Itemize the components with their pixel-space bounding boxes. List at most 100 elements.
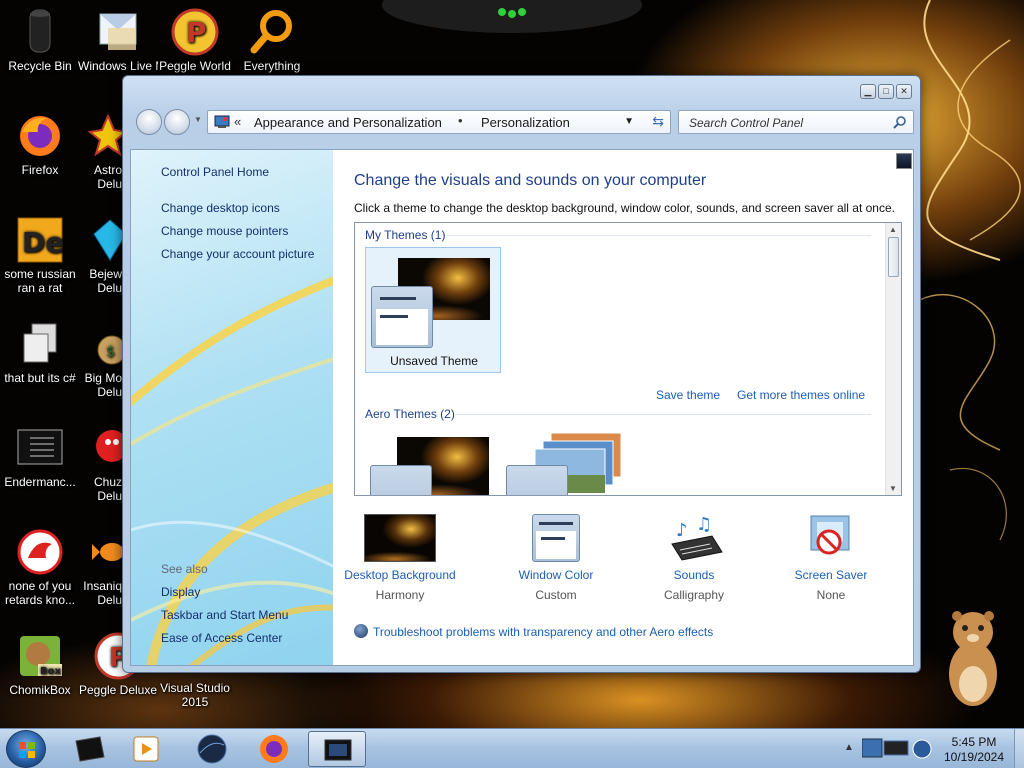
window-color-button[interactable]: Window Color Custom (491, 514, 621, 602)
theme-tile-aero-harmony[interactable] (365, 427, 501, 495)
forward-button[interactable] (164, 109, 190, 135)
taskbar-firefox[interactable] (248, 731, 300, 767)
desktop-icon-label: ChomikBox (9, 683, 71, 697)
sidebar-link-change-mouse-pointers[interactable]: Change mouse pointers (161, 224, 288, 238)
address-dropdown-icon[interactable]: ▼ (624, 116, 634, 127)
gem-icon (78, 216, 122, 264)
desktop-icon-none-of-you[interactable]: none of you retards kno... (0, 528, 80, 607)
desktop-icon-chuzzle[interactable]: Chuz Delu (78, 424, 122, 503)
desktop-icon-label: Everything (243, 59, 301, 73)
svg-text:De: De (22, 226, 64, 259)
sidebar-link-change-account-picture[interactable]: Change your account picture (161, 247, 314, 261)
screen-saver-label[interactable]: Screen Saver (766, 568, 896, 582)
desktop-icon-big-money[interactable]: $ Big Mo Delu (78, 320, 122, 399)
address-chevron[interactable]: « (234, 114, 241, 129)
desktop-icon-chomikbox[interactable]: Box ChomikBox (0, 632, 80, 697)
desktop-icon-firefox[interactable]: Firefox (0, 112, 80, 177)
maximize-button[interactable]: □ (878, 84, 894, 99)
personalization-window: ▁ □ ✕ ▼ « Appearance and Personalization… (122, 75, 921, 673)
desktop-icon-everything[interactable]: Everything (232, 8, 312, 73)
help-icon[interactable] (896, 153, 912, 169)
save-theme-link[interactable]: Save theme (656, 388, 720, 402)
minimize-button[interactable]: ▁ (860, 84, 876, 99)
desktop-icon-label: Peggle World (159, 59, 231, 73)
page-title: Change the visuals and sounds on your co… (354, 172, 707, 189)
desktop-icon-bejeweled[interactable]: Bejew Delu (78, 216, 122, 295)
desktop-icon-astro[interactable]: Astro Delu (78, 112, 122, 191)
address-bar[interactable]: « Appearance and Personalization • Perso… (207, 110, 671, 134)
troubleshoot-link[interactable]: Troubleshoot problems with transparency … (354, 624, 713, 639)
sounds-label[interactable]: Sounds (629, 568, 759, 582)
main-content: Change the visuals and sounds on your co… (333, 150, 913, 665)
breadcrumb-appearance[interactable]: Appearance and Personalization (254, 115, 442, 130)
window-color-label[interactable]: Window Color (491, 568, 621, 582)
sidebar-link-display[interactable]: Display (161, 585, 200, 599)
back-button[interactable] (136, 109, 162, 135)
taskbar-app-circle[interactable] (186, 731, 238, 767)
sidebar-link-taskbar-start-menu[interactable]: Taskbar and Start Menu (161, 608, 288, 622)
breadcrumb-separator: • (458, 113, 463, 128)
show-desktop-button[interactable] (1014, 729, 1024, 768)
desktop-icon-endermanch[interactable]: Endermanc... (0, 424, 80, 489)
sidebar-link-control-panel-home[interactable]: Control Panel Home (161, 165, 269, 179)
desktop-icon-peggle-world[interactable]: P Peggle World (155, 8, 235, 73)
desktop-icon-insaniquarium[interactable]: Insaniq Delu (78, 528, 122, 607)
theme-window-preview (371, 286, 433, 348)
taskbar-media-player[interactable] (120, 731, 172, 767)
close-button[interactable]: ✕ (896, 84, 912, 99)
troubleshoot-icon (354, 624, 368, 638)
search-icon[interactable] (893, 115, 907, 129)
desktop-icon-some-russian[interactable]: De some russian ran a rat (0, 216, 80, 295)
theme-list-scrollbar[interactable]: ▲ ▼ (885, 223, 901, 495)
theme-tile-aero-landscapes[interactable] (501, 427, 637, 495)
sidebar-link-change-desktop-icons[interactable]: Change desktop icons (161, 201, 280, 215)
task-pane: Control Panel Home Change desktop icons … (131, 150, 333, 665)
recycle-bin-icon (16, 8, 64, 56)
hamster-mascot (949, 611, 997, 706)
theme-window-preview (506, 465, 568, 495)
screen-saver-button[interactable]: Screen Saver None (766, 514, 896, 602)
svg-text:♪: ♪ (676, 520, 688, 541)
group-header-my-themes[interactable]: My Themes (1) (365, 228, 445, 242)
theme-tile-unsaved[interactable]: Unsaved Theme (365, 247, 501, 373)
notification-area: ▲ (838, 733, 938, 765)
fish-icon (78, 528, 122, 576)
app-sphere-icon (197, 734, 227, 764)
troubleshoot-label[interactable]: Troubleshoot problems with transparency … (373, 625, 713, 639)
show-hidden-icons-arrow-icon[interactable]: ▲ (844, 742, 854, 753)
breadcrumb-personalization[interactable]: Personalization (481, 115, 570, 130)
sounds-value: Calligraphy (663, 588, 725, 602)
theme-window-preview (370, 465, 432, 495)
desktop-background-label[interactable]: Desktop Background (335, 568, 465, 582)
desktop-icon-label: Chuz Delu (93, 475, 122, 503)
desktop-icon-label: some russian ran a rat (4, 267, 76, 295)
system-clock[interactable]: 5:45 PM 10/19/2024 (938, 735, 1010, 765)
see-also-heading: See also (161, 562, 208, 576)
refresh-icon[interactable]: ⇆ (652, 113, 664, 130)
de-icon: De (16, 216, 64, 264)
sidebar-link-ease-of-access[interactable]: Ease of Access Center (161, 631, 282, 645)
scroll-down-arrow-icon[interactable]: ▼ (889, 484, 897, 493)
windows-logo-icon (19, 742, 35, 758)
scroll-thumb[interactable] (888, 237, 899, 277)
desktop-background-button[interactable]: Desktop Background Harmony (335, 514, 465, 602)
terminal-icon (75, 736, 105, 762)
scroll-up-arrow-icon[interactable]: ▲ (889, 225, 897, 234)
desktop-icon-recycle-bin[interactable]: Recycle Bin (0, 8, 80, 73)
search-input[interactable]: Search Control Panel (678, 110, 914, 134)
dragon-icon (16, 528, 64, 576)
desktop-icon-that-but-its-csharp[interactable]: that but its c# (0, 320, 80, 385)
recent-pages-dropdown[interactable]: ▼ (194, 115, 202, 124)
taskbar-terminal-app[interactable] (62, 731, 114, 767)
svg-text:$: $ (106, 344, 115, 360)
desktop-background-value: Harmony (375, 588, 425, 602)
control-panel-window-icon (324, 739, 352, 761)
sounds-icon: ♪ ♫ (658, 514, 730, 564)
taskbar-control-panel-window[interactable] (308, 731, 366, 767)
theme-list[interactable]: My Themes (1) Unsaved Theme Save theme G… (354, 222, 902, 496)
svg-text:P: P (186, 16, 207, 49)
sounds-button[interactable]: ♪ ♫ Sounds Calligraphy (629, 514, 759, 602)
get-more-themes-link[interactable]: Get more themes online (737, 388, 865, 402)
start-button[interactable] (6, 730, 46, 768)
group-header-aero-themes[interactable]: Aero Themes (2) (365, 407, 455, 421)
